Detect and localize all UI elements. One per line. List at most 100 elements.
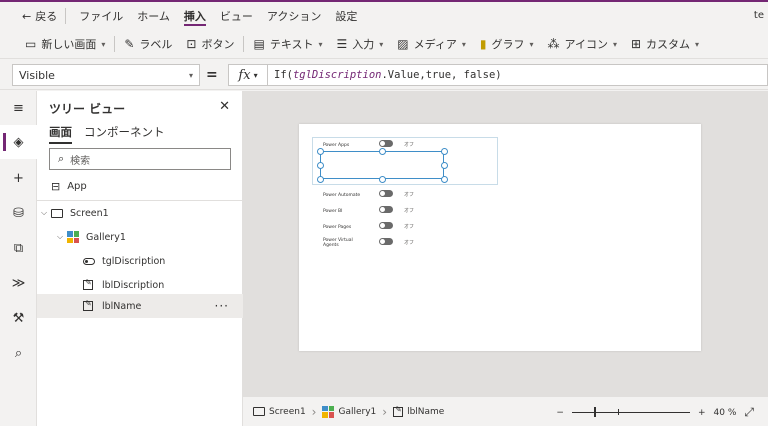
menu-view[interactable]: ビュー (213, 2, 260, 30)
menu-home[interactable]: ホーム (130, 2, 177, 30)
ribbon-divider (243, 36, 245, 52)
text-button[interactable]: ▤ テキスト ▾ (246, 33, 329, 55)
tree-item-lblname[interactable]: lblName ··· (37, 294, 243, 318)
tree-tabs: 画面 コンポーネント (49, 124, 165, 144)
gallery-row-state: オフ (404, 192, 415, 198)
resize-handle[interactable] (441, 176, 448, 183)
input-button[interactable]: ☰ 入力 ▾ (330, 33, 391, 55)
breadcrumb-lblname[interactable]: lblName (387, 405, 450, 417)
gallery-row-name: Power Apps (323, 143, 350, 148)
back-button[interactable]: ← 戻る (22, 8, 67, 24)
resize-handle[interactable] (317, 162, 324, 169)
property-dropdown[interactable]: Visible ▾ (12, 64, 200, 86)
new-screen-button[interactable]: ▭ 新しい画面 ▾ (18, 33, 112, 55)
gallery-row-toggle[interactable] (379, 190, 393, 197)
canvas-area: Power Apps オフ Power Automate オフ Power BI… (243, 91, 768, 396)
chevron-down-icon: ▾ (612, 39, 617, 49)
layers-icon[interactable]: ◈ (0, 125, 37, 159)
tree-item-label: lblDiscription (102, 279, 165, 291)
gallery-row-toggle[interactable] (379, 140, 393, 147)
resize-handle[interactable] (379, 148, 386, 155)
tree-item-screen1[interactable]: ⌵ Screen1 (37, 201, 243, 225)
tools-icon[interactable]: ⚒ (0, 301, 37, 335)
resize-handle[interactable] (441, 148, 448, 155)
close-icon[interactable]: ✕ (219, 99, 230, 114)
tree-item-label: Screen1 (70, 207, 109, 219)
resize-handle[interactable] (379, 176, 386, 183)
zoom-in-button[interactable]: + (698, 408, 706, 418)
button-button[interactable]: ⊡ ボタン (179, 33, 241, 55)
input-label: 入力 (352, 38, 375, 51)
menu-insert[interactable]: 挿入 (177, 2, 213, 30)
tab-components[interactable]: コンポーネント (84, 124, 165, 144)
tree-view-title: ツリー ビュー (49, 102, 126, 116)
chart-button[interactable]: ▮ グラフ ▾ (473, 33, 541, 55)
formula-prefix: If( (274, 69, 293, 81)
gallery-row-name: Power Automate (323, 193, 361, 198)
media-label: メディア (413, 38, 457, 51)
menu-bar: ← 戻る ファイル ホーム 挿入 ビュー アクション 設定 te (0, 2, 768, 30)
flow-icon[interactable]: ≫ (0, 266, 37, 300)
resize-handle[interactable] (317, 148, 324, 155)
plus-icon[interactable]: + (0, 161, 37, 195)
gallery-row-toggle[interactable] (379, 222, 393, 229)
formula-bar: Visible ▾ = fx ▾ If(tglDiscription .Value… (0, 58, 768, 90)
text-icon: ▤ (253, 37, 265, 51)
selection-box[interactable] (320, 151, 444, 179)
menu-file[interactable]: ファイル (72, 2, 130, 30)
zoom-control: − + 40 % ⤢ (556, 405, 754, 420)
menu-action[interactable]: アクション (260, 2, 328, 30)
zoom-slider[interactable] (571, 407, 690, 417)
tree-item-gallery1[interactable]: ⌵ Gallery1 (37, 225, 243, 249)
hamburger-icon[interactable]: ≡ (0, 91, 37, 125)
media-button[interactable]: ▨ メディア ▾ (390, 33, 473, 55)
bar-chart-icon: ▮ (479, 37, 487, 51)
zoom-value: 40 % (713, 407, 737, 418)
gallery-row-toggle[interactable] (379, 238, 393, 245)
tab-screens[interactable]: 画面 (49, 124, 72, 144)
zoom-slider-thumb[interactable] (593, 407, 596, 417)
database-icon[interactable]: ⛁ (0, 196, 37, 230)
gallery-icon (322, 405, 335, 418)
ribbon: ▭ 新しい画面 ▾ ✎ ラベル ⊡ ボタン ▤ テキスト ▾ ☰ 入力 ▾ ▨ … (0, 30, 768, 58)
tree-item-app[interactable]: ⊟ App (51, 180, 87, 193)
breadcrumb-gallery1[interactable]: Gallery1 (316, 405, 382, 418)
user-text[interactable]: te (754, 10, 764, 21)
custom-button[interactable]: ⊞ カスタム ▾ (624, 33, 706, 55)
search-icon[interactable]: ⌕ (0, 336, 37, 370)
app-icon: ⊟ (51, 180, 61, 193)
chevron-down-icon: ▾ (379, 39, 384, 49)
breadcrumb-screen1[interactable]: Screen1 (247, 407, 312, 417)
fx-button[interactable]: fx ▾ (228, 64, 268, 86)
gallery-row-name: Power BI (323, 209, 343, 214)
search-input[interactable]: ⌕ 検索 (49, 148, 231, 170)
label-label: ラベル (139, 38, 173, 51)
gallery-row-toggle[interactable] (379, 206, 393, 213)
more-options-icon[interactable]: ··· (215, 299, 229, 313)
formula-input[interactable]: If(tglDiscription .Value,true, false) (268, 64, 768, 86)
icons-icon: ⁂ (547, 37, 560, 51)
breadcrumb-label: Gallery1 (338, 406, 377, 417)
custom-icon: ⊞ (630, 37, 642, 51)
formula-suffix: .Value,true, false) (381, 69, 502, 81)
media-icon[interactable]: ⧉ (0, 231, 37, 265)
button-label: ボタン (201, 38, 235, 51)
label-button[interactable]: ✎ ラベル (117, 33, 179, 55)
chevron-down-icon: ▾ (188, 70, 193, 80)
app-label: App (67, 181, 87, 192)
menu-settings[interactable]: 設定 (328, 2, 364, 30)
ribbon-divider (114, 36, 116, 52)
label-icon (83, 299, 93, 311)
resize-handle[interactable] (317, 176, 324, 183)
icons-button[interactable]: ⁂ アイコン ▾ (541, 33, 624, 55)
tree-item-label: lblName (102, 300, 142, 312)
resize-handle[interactable] (441, 162, 448, 169)
icons-label: アイコン (564, 38, 608, 51)
fit-to-window-icon[interactable]: ⤢ (744, 405, 754, 420)
equals-sign: = (206, 67, 218, 83)
chevron-down-icon: ⌵ (41, 208, 48, 217)
tree-item-tgldiscription[interactable]: tglDiscription (37, 249, 243, 273)
zoom-out-button[interactable]: − (556, 408, 564, 418)
app-screen[interactable]: Power Apps オフ Power Automate オフ Power BI… (299, 124, 701, 351)
back-label: 戻る (35, 10, 58, 23)
